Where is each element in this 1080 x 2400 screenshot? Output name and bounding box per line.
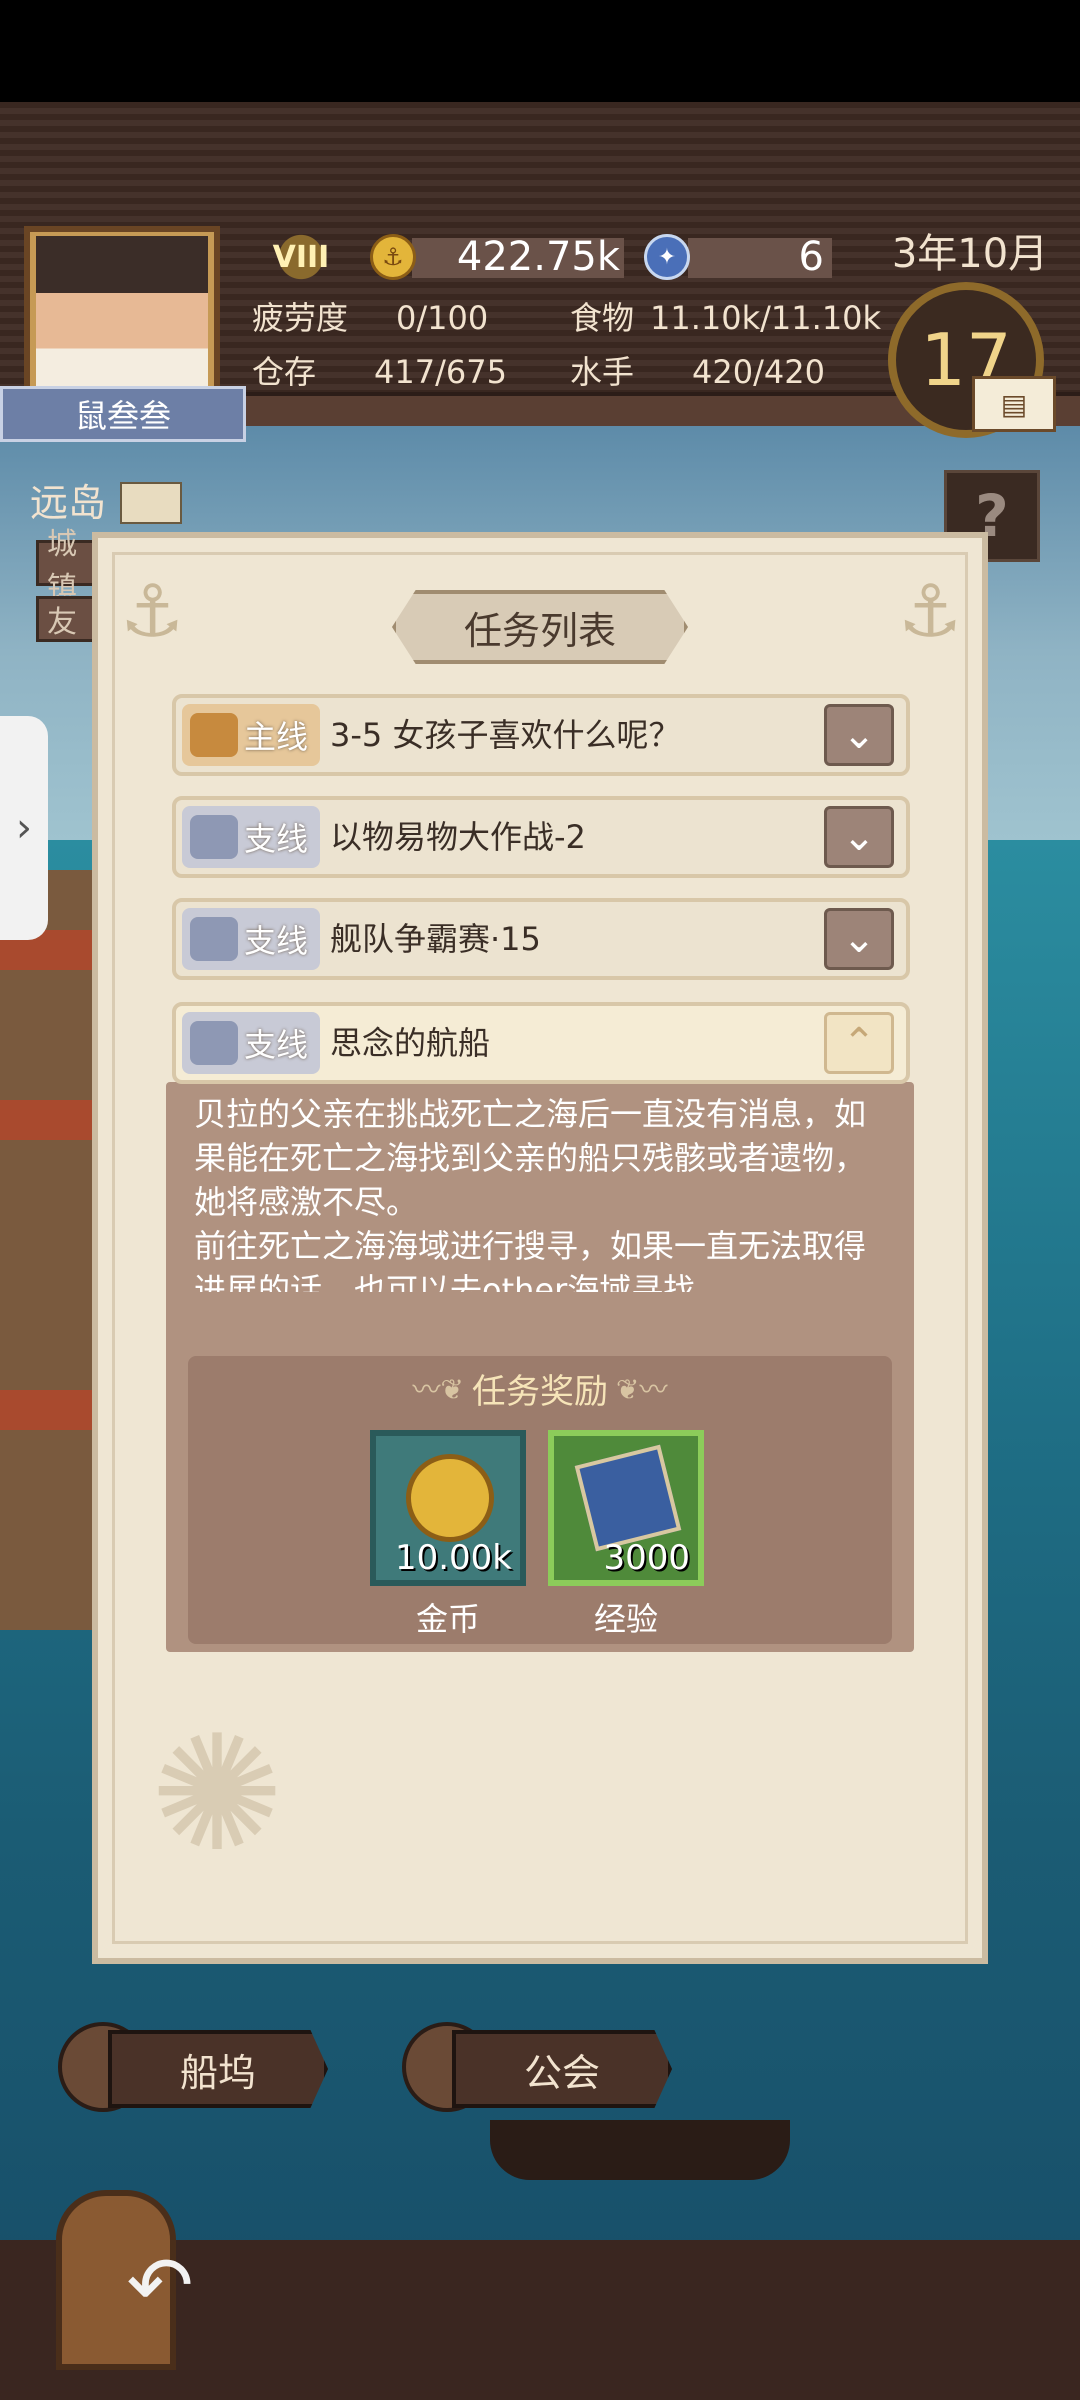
reward-exp[interactable]: 3000 <box>548 1430 704 1586</box>
quest-tag-main: 主线 <box>182 704 320 766</box>
quest-title: 以物易物大作战-2 <box>330 818 586 856</box>
quest-tag-label: 主线 <box>244 718 309 756</box>
guild-button[interactable]: 公会 <box>452 2030 672 2108</box>
dock-button[interactable]: 船坞 <box>108 2030 328 2108</box>
scroll-icon <box>190 713 238 757</box>
food-label: 食物 <box>570 299 635 337</box>
gold-coin-icon <box>406 1454 494 1542</box>
collapse-button[interactable]: ⌃ <box>824 1012 894 1074</box>
player-name[interactable]: 鼠叁叁 <box>0 386 246 442</box>
reward-name: 金币 <box>415 1600 480 1638</box>
gem-icon: ✦ <box>644 234 690 280</box>
reward-title: 任务奖励 <box>472 1371 608 1412</box>
reward-amount: 10.00k <box>394 1538 512 1578</box>
anchor-icon: ⚓ <box>897 569 963 653</box>
quest-title: 舰队争霸赛·15 <box>330 920 541 958</box>
ship-silhouette <box>490 2120 790 2180</box>
quest-row-expanded[interactable]: 支线 思念的航船 ⌃ <box>172 1002 910 1084</box>
quest-title: 思念的航船 <box>330 1024 491 1062</box>
reward-gold[interactable]: 10.00k <box>370 1430 526 1586</box>
chevron-up-icon: ⌃ <box>842 1020 876 1066</box>
anchor-icon: ⚓ <box>119 569 185 653</box>
gem-value: 6 <box>798 234 824 280</box>
fatigue-label: 疲劳度 <box>252 299 349 337</box>
rank-badge: VIII <box>256 226 346 288</box>
flourish-right-icon: ❦〰 <box>616 1373 668 1406</box>
expand-button[interactable]: ⌄ <box>824 908 894 970</box>
quest-row[interactable]: 支线 以物易物大作战-2 ⌄ <box>172 796 910 878</box>
quest-row[interactable]: 主线 3-5 女孩子喜欢什么呢？ ⌄ <box>172 694 910 776</box>
reward-title-row: 〰❦ 任务奖励 ❦〰 <box>380 1362 700 1414</box>
sailors-label: 水手 <box>570 353 635 391</box>
dialog-title: 任务列表 <box>392 590 688 664</box>
gold-value: 422.75k <box>456 234 620 280</box>
status-bar <box>0 0 1080 102</box>
side-drawer-tab[interactable]: › <box>0 716 48 940</box>
expand-button[interactable]: ⌄ <box>824 806 894 868</box>
quest-tag-label: 支线 <box>244 820 309 858</box>
quest-description[interactable]: 贝拉的父亲在挑战死亡之海后一直没有消息，如果能在死亡之海找到父亲的船只残骸或者遗… <box>194 1092 884 1292</box>
location-book-icon[interactable] <box>120 482 182 524</box>
quest-tag-side: 支线 <box>182 908 320 970</box>
scroll-icon <box>190 1021 238 1065</box>
scroll-icon <box>190 917 238 961</box>
coin-icon: ⚓ <box>370 234 416 280</box>
avatar[interactable] <box>36 236 208 386</box>
sailors-value: 420/420 <box>692 353 825 391</box>
chevron-right-icon: › <box>16 805 32 851</box>
scroll-icon <box>190 815 238 859</box>
back-arrow-icon[interactable]: ↶ <box>120 2239 200 2332</box>
fatigue-value: 0/100 <box>396 299 489 337</box>
food-value: 11.10k/11.10k <box>650 299 882 337</box>
flourish-left-icon: 〰❦ <box>412 1373 464 1406</box>
reward-amount: 3000 <box>603 1538 690 1578</box>
quest-tag-label: 支线 <box>244 1026 309 1064</box>
storage-value: 417/675 <box>374 353 507 391</box>
quest-tag-side: 支线 <box>182 806 320 868</box>
quest-row[interactable]: 支线 舰队争霸赛·15 ⌄ <box>172 898 910 980</box>
chevron-down-icon: ⌄ <box>842 712 876 758</box>
quest-tag-side: 支线 <box>182 1012 320 1074</box>
game-date: 3年10月 <box>891 231 1049 277</box>
storage-label: 仓存 <box>252 353 317 391</box>
expand-button[interactable]: ⌄ <box>824 704 894 766</box>
quest-tag-label: 支线 <box>244 922 309 960</box>
reward-name: 经验 <box>593 1600 658 1638</box>
chevron-down-icon: ⌄ <box>842 814 876 860</box>
book-icon[interactable]: ▤ <box>972 376 1056 432</box>
exp-book-icon <box>574 1444 682 1552</box>
compass-watermark: ✺ <box>150 1700 285 1887</box>
quest-title: 3-5 女孩子喜欢什么呢？ <box>330 716 681 754</box>
chevron-down-icon: ⌄ <box>842 916 876 962</box>
